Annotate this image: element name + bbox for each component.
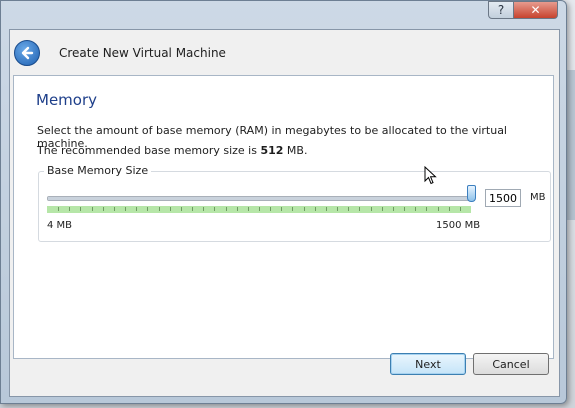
slider-fill xyxy=(48,197,472,200)
slider-tick xyxy=(382,207,383,211)
slider-tick xyxy=(371,207,372,211)
slider-tick xyxy=(404,207,405,211)
next-button[interactable]: Next xyxy=(390,353,466,375)
caption-buttons: ? ✕ xyxy=(488,1,558,19)
slider-tick xyxy=(92,207,93,211)
slider-tick xyxy=(226,207,227,211)
slider-tick xyxy=(69,207,70,211)
slider-tick xyxy=(136,207,137,211)
base-memory-group: Base Memory Size 4 MB 1500 MB MB xyxy=(38,164,551,242)
slider-tick xyxy=(192,207,193,211)
slider-tick xyxy=(337,207,338,211)
help-button[interactable]: ? xyxy=(488,1,514,19)
slider-tick xyxy=(159,207,160,211)
recommended-value: 512 xyxy=(260,144,284,157)
slider-tick xyxy=(147,207,148,211)
slider-tick xyxy=(125,207,126,211)
slider-tick xyxy=(80,207,81,211)
dialog-client-area: Create New Virtual Machine Memory Select… xyxy=(9,29,560,397)
slider-tick xyxy=(292,207,293,211)
slider-tick xyxy=(103,207,104,211)
slider-tick xyxy=(170,207,171,211)
slider-tick xyxy=(281,207,282,211)
recommended-suffix: MB. xyxy=(283,144,308,157)
back-button[interactable] xyxy=(14,40,40,66)
slider-tick xyxy=(348,207,349,211)
slider-tick-band xyxy=(47,206,471,213)
slider-tick xyxy=(426,207,427,211)
slider-tick xyxy=(203,207,204,211)
slider-tick xyxy=(248,207,249,211)
dialog-title: Create New Virtual Machine xyxy=(59,46,226,60)
slider-tick xyxy=(237,207,238,211)
memory-unit-label: MB xyxy=(530,192,546,203)
page-heading: Memory xyxy=(36,91,98,109)
memory-size-input[interactable] xyxy=(485,189,521,207)
slider-tick xyxy=(460,207,461,211)
slider-tick xyxy=(304,207,305,211)
cancel-button[interactable]: Cancel xyxy=(473,353,549,375)
slider-tick xyxy=(114,207,115,211)
slider-tick xyxy=(326,207,327,211)
close-button[interactable]: ✕ xyxy=(514,1,558,19)
slider-tick xyxy=(438,207,439,211)
slider-tick xyxy=(393,207,394,211)
slider-tick xyxy=(58,207,59,211)
slider-max-label: 1500 MB xyxy=(436,220,481,231)
memory-slider-thumb[interactable] xyxy=(467,185,476,202)
slider-tick xyxy=(181,207,182,211)
memory-slider-track[interactable] xyxy=(47,196,473,201)
slider-tick xyxy=(214,207,215,211)
slider-tick xyxy=(415,207,416,211)
back-arrow-icon xyxy=(21,46,34,60)
slider-tick xyxy=(270,207,271,211)
mouse-cursor-icon xyxy=(424,166,437,185)
group-label: Base Memory Size xyxy=(44,164,152,177)
slider-tick xyxy=(359,207,360,211)
slider-tick xyxy=(259,207,260,211)
wizard-dialog: ? ✕ Create New Virtual Machine Memory Se… xyxy=(0,0,567,404)
slider-tick xyxy=(315,207,316,211)
slider-min-label: 4 MB xyxy=(47,220,73,231)
wizard-page: Memory Select the amount of base memory … xyxy=(13,75,554,359)
recommended-text: The recommended base memory size is 512 … xyxy=(37,144,307,157)
slider-tick xyxy=(449,207,450,211)
recommended-prefix: The recommended base memory size is xyxy=(37,144,261,157)
